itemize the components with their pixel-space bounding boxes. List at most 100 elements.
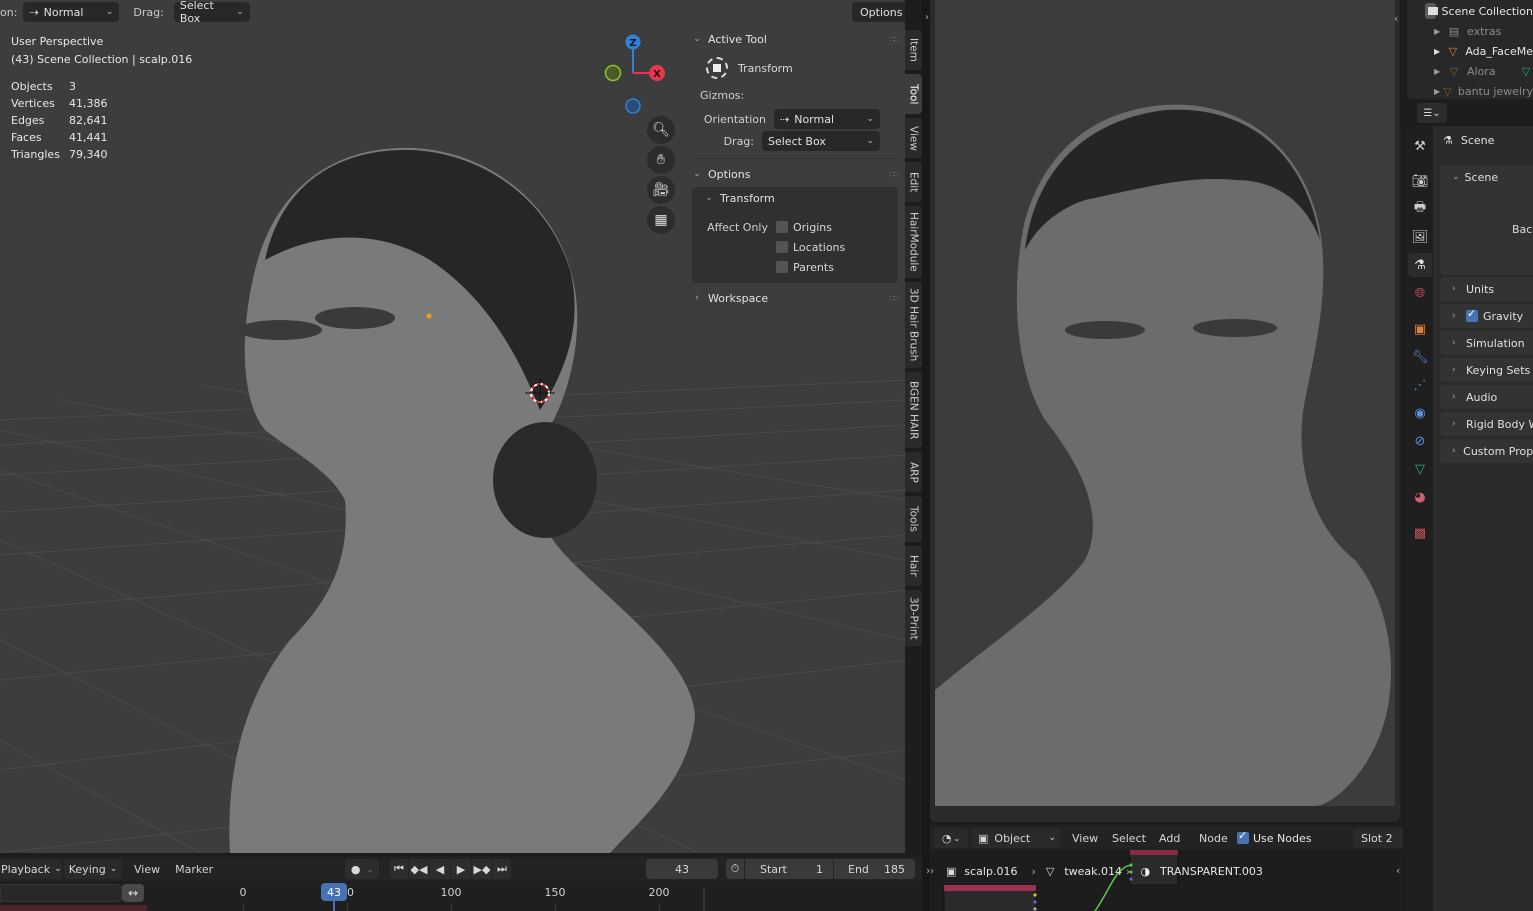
play-reverse-icon[interactable]: ◀ [430,859,450,879]
shader-type-dropdown[interactable]: ▣ Object ⌄ [972,828,1060,848]
transform-subpanel-header[interactable]: ⌄ Transform [692,187,898,209]
navigation-gizmo[interactable]: Z X [600,32,670,122]
view-menu[interactable]: View [1072,832,1098,845]
active-tool-row[interactable]: Transform [692,50,898,86]
render-icon[interactable]: 📷︎ [1408,169,1432,193]
use-nodes-toggle[interactable]: Use Nodes [1237,829,1312,845]
outliner-scene-collection[interactable]: Scene Collection [1407,1,1533,21]
constraints-icon[interactable]: ⊘ [1408,429,1432,453]
jump-to-start-icon[interactable]: ⏮︎ [390,859,408,879]
play-icon[interactable]: ▶ [451,859,471,879]
workspace-panel-header[interactable]: › Workspace ∷∷ [692,287,899,309]
area-divider[interactable] [922,0,930,911]
breadcrumb-material[interactable]: TRANSPARENT.003 [1160,865,1263,878]
active-tool-panel-header[interactable]: ⌄ Active Tool ∷∷ [692,28,899,50]
current-frame-field[interactable]: 43 [646,859,718,879]
gravity-checkbox[interactable] [1466,307,1478,322]
node-editor-canvas[interactable]: › ▣ scalp.016 › ▽ tweak.014 › ◑ TRANSPAR… [930,850,1402,911]
keying-sets-panel[interactable]: › Keying Sets [1440,358,1533,382]
tool-orientation-dropdown[interactable]: ⇢ Normal ⌄ [774,109,880,129]
render-preview-viewport[interactable] [930,0,1400,822]
material-slot-dropdown[interactable]: Slot 2 [1353,828,1403,848]
modifier-icon[interactable]: 🔧︎ [1408,345,1432,369]
gizmo-neg-z-axis[interactable] [625,98,641,114]
horizontal-fit-icon[interactable]: ↔ [122,884,144,902]
drag-dropdown[interactable]: Select Box ⌄ [173,0,250,25]
zoom-icon[interactable]: 🔍︎ [647,116,675,144]
simulation-panel[interactable]: › Simulation [1440,331,1533,355]
add-menu[interactable]: Add [1159,832,1180,845]
timeline-scrollbar[interactable] [703,887,705,911]
origins-checkbox[interactable] [776,221,788,233]
jump-prev-keyframe-icon[interactable]: ◆◀ [409,859,429,879]
output-icon[interactable]: 🖶︎ [1408,197,1432,221]
tab-view[interactable]: View [905,118,922,158]
tab-hairmodule[interactable]: HairModule [905,206,922,278]
start-frame-field[interactable]: Start 1 [745,859,833,879]
collapse-sidebar-chevron-icon[interactable]: ‹ [1396,864,1400,877]
grid-ortho-icon[interactable]: ▦ [647,206,675,234]
object-icon[interactable]: ▣ [1408,317,1432,341]
expand-panel-chevron-icon[interactable]: › [925,12,929,23]
tab-edit[interactable]: Edit [905,162,922,202]
auto-keying-toggle[interactable]: ● ⌄ [345,859,379,879]
tab-tool[interactable]: Tool [905,74,922,114]
physics-icon[interactable]: ◉ [1408,401,1432,425]
outliner-item[interactable]: ▶ ▤ extras [1407,21,1533,41]
particles-icon[interactable]: ⋰ [1408,373,1432,397]
editor-type-dropdown[interactable]: ☰⌄ [1417,103,1447,123]
options-panel-header[interactable]: ⌄ Options ∷∷ [692,163,899,185]
end-frame-field[interactable]: End 185 [834,859,915,879]
options-dropdown[interactable]: Options ⌄ [852,2,905,22]
tab-hair[interactable]: Hair [905,546,922,586]
jump-to-end-icon[interactable]: ⏭︎ [493,859,511,879]
outliner-item[interactable]: ▶ ▽ bantu jewelry [1407,81,1533,99]
principled-bsdf-node[interactable] [943,884,1037,911]
locations-checkbox[interactable] [776,241,788,253]
timeline[interactable]: ↔ 0 50 100 150 200 43 [0,881,922,911]
transform-orientation-dropdown[interactable]: ⇢ Normal ⌄ [23,2,120,22]
gravity-panel[interactable]: › Gravity [1440,304,1533,328]
tab-3d-print[interactable]: 3D-Print [905,590,922,646]
outliner-item[interactable]: ▶ ▽ Ada_FaceMe [1407,41,1533,61]
scene-panel-title[interactable]: Scene [1465,171,1499,184]
data-icon[interactable]: ▽ [1408,457,1432,481]
tool-icon[interactable]: ⚒ [1408,134,1432,158]
outliner-item[interactable]: ▶ ▽ Alora ▽ [1407,61,1533,81]
tab-bgen-hair[interactable]: BGEN HAIR [905,372,922,448]
tab-item[interactable]: Item [905,30,922,70]
tab-arp[interactable]: ARP [905,452,922,492]
pan-hand-icon[interactable]: ✋︎ [647,146,675,174]
units-panel[interactable]: › Units [1440,277,1533,301]
playhead[interactable]: 43 [321,883,347,901]
custom-properties-panel[interactable]: › Custom Prope [1440,439,1533,463]
channel-search-field[interactable] [0,884,122,902]
camera-icon[interactable]: 🎥︎ [647,176,675,204]
rigid-body-world-panel[interactable]: › Rigid Body W [1440,412,1533,436]
view-menu[interactable]: View [134,863,160,876]
disclosure-triangle-icon[interactable]: ▶ [1434,27,1446,36]
world-icon[interactable]: 🌐︎ [1408,281,1432,305]
material-icon[interactable]: ◕ [1408,485,1432,509]
audio-panel[interactable]: › Audio [1440,385,1533,409]
collapse-chevron-icon[interactable]: ‹ [1394,12,1398,25]
3d-viewport[interactable]: on: ⇢ Normal ⌄ Drag: Select Box ⌄ Option… [0,0,905,853]
drag-grip-icon[interactable]: ∷∷ [890,35,899,44]
node-menu[interactable]: Node [1199,832,1228,845]
disclosure-triangle-icon[interactable]: ▶ [1434,67,1446,76]
disclosure-triangle-icon[interactable]: ▶ [1434,47,1445,56]
scene-icon[interactable]: ⚗ [1408,253,1432,277]
tab-3d-hair-brush[interactable]: 3D Hair Brush [905,282,922,368]
drag-grip-icon[interactable]: ∷∷ [890,294,899,303]
tab-tools[interactable]: Tools [905,496,922,542]
jump-next-keyframe-icon[interactable]: ▶◆ [472,859,492,879]
marker-menu[interactable]: Marker [175,863,213,876]
texture-icon[interactable]: ▩ [1408,521,1432,545]
view-layer-icon[interactable]: 🖼︎ [1408,225,1432,249]
breadcrumb-mesh[interactable]: tweak.014 [1064,865,1122,878]
use-nodes-checkbox[interactable] [1237,829,1249,844]
playback-menu[interactable]: Playback ⌄ [0,859,62,879]
keying-menu[interactable]: Keying ⌄ [64,859,122,879]
tool-drag-dropdown[interactable]: Select Box ⌄ [762,131,880,151]
editor-type-dropdown[interactable]: ◔ ⌄ [934,828,968,848]
